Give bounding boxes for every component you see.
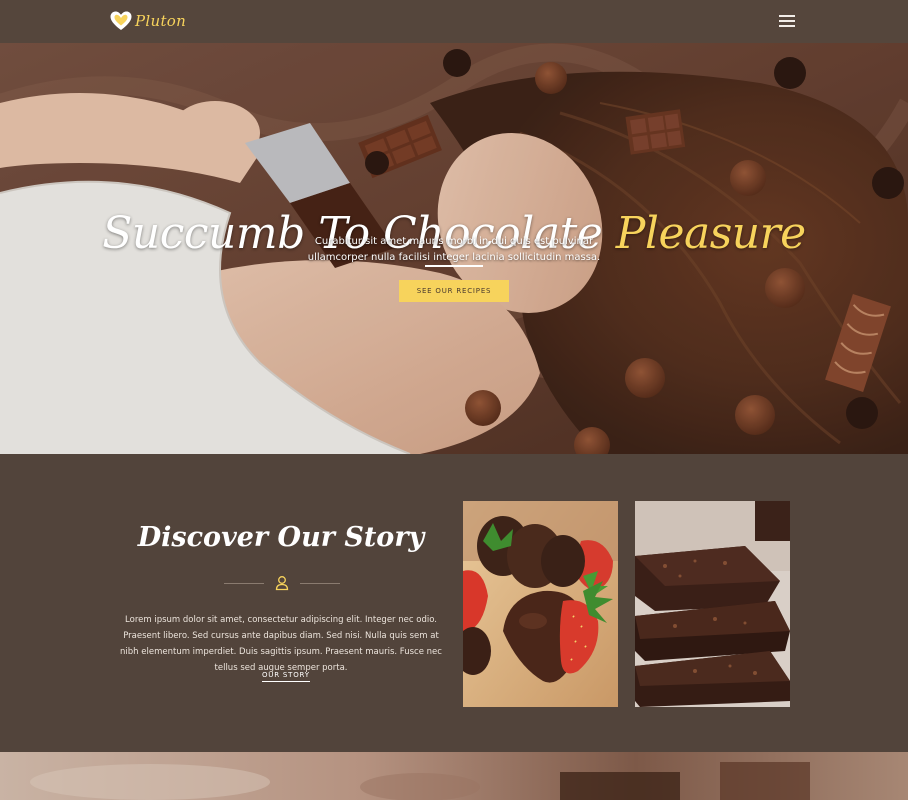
- hero-title-accent: Pleasure: [615, 208, 806, 259]
- user-icon: [275, 576, 289, 591]
- next-section-preview: [0, 752, 908, 800]
- story-divider: [224, 575, 340, 591]
- heart-logo-icon: [110, 11, 132, 30]
- hamburger-menu-icon[interactable]: [779, 15, 795, 28]
- story-body: Lorem ipsum dolor sit amet, consectetur …: [120, 615, 442, 673]
- brand-name: Pluton: [135, 12, 187, 30]
- story-section: Discover Our Story Lorem ipsum dolor sit…: [0, 454, 908, 752]
- navbar: Pluton: [0, 0, 908, 43]
- story-title: Discover Our Story: [137, 522, 425, 553]
- strawberries-image: [463, 501, 618, 707]
- our-story-link[interactable]: OUR STORY: [262, 671, 310, 682]
- chocolate-bars-image: [635, 501, 790, 707]
- hero-section: Succumb To Chocolate Pleasure Curabitur …: [0, 43, 908, 454]
- see-recipes-button[interactable]: SEE OUR RECIPES: [399, 280, 509, 302]
- next-section-background-image: [0, 752, 908, 800]
- brand-logo[interactable]: Pluton: [109, 9, 186, 33]
- hero-subtitle: Curabitur sit amet mauris morbi in dui q…: [307, 236, 601, 263]
